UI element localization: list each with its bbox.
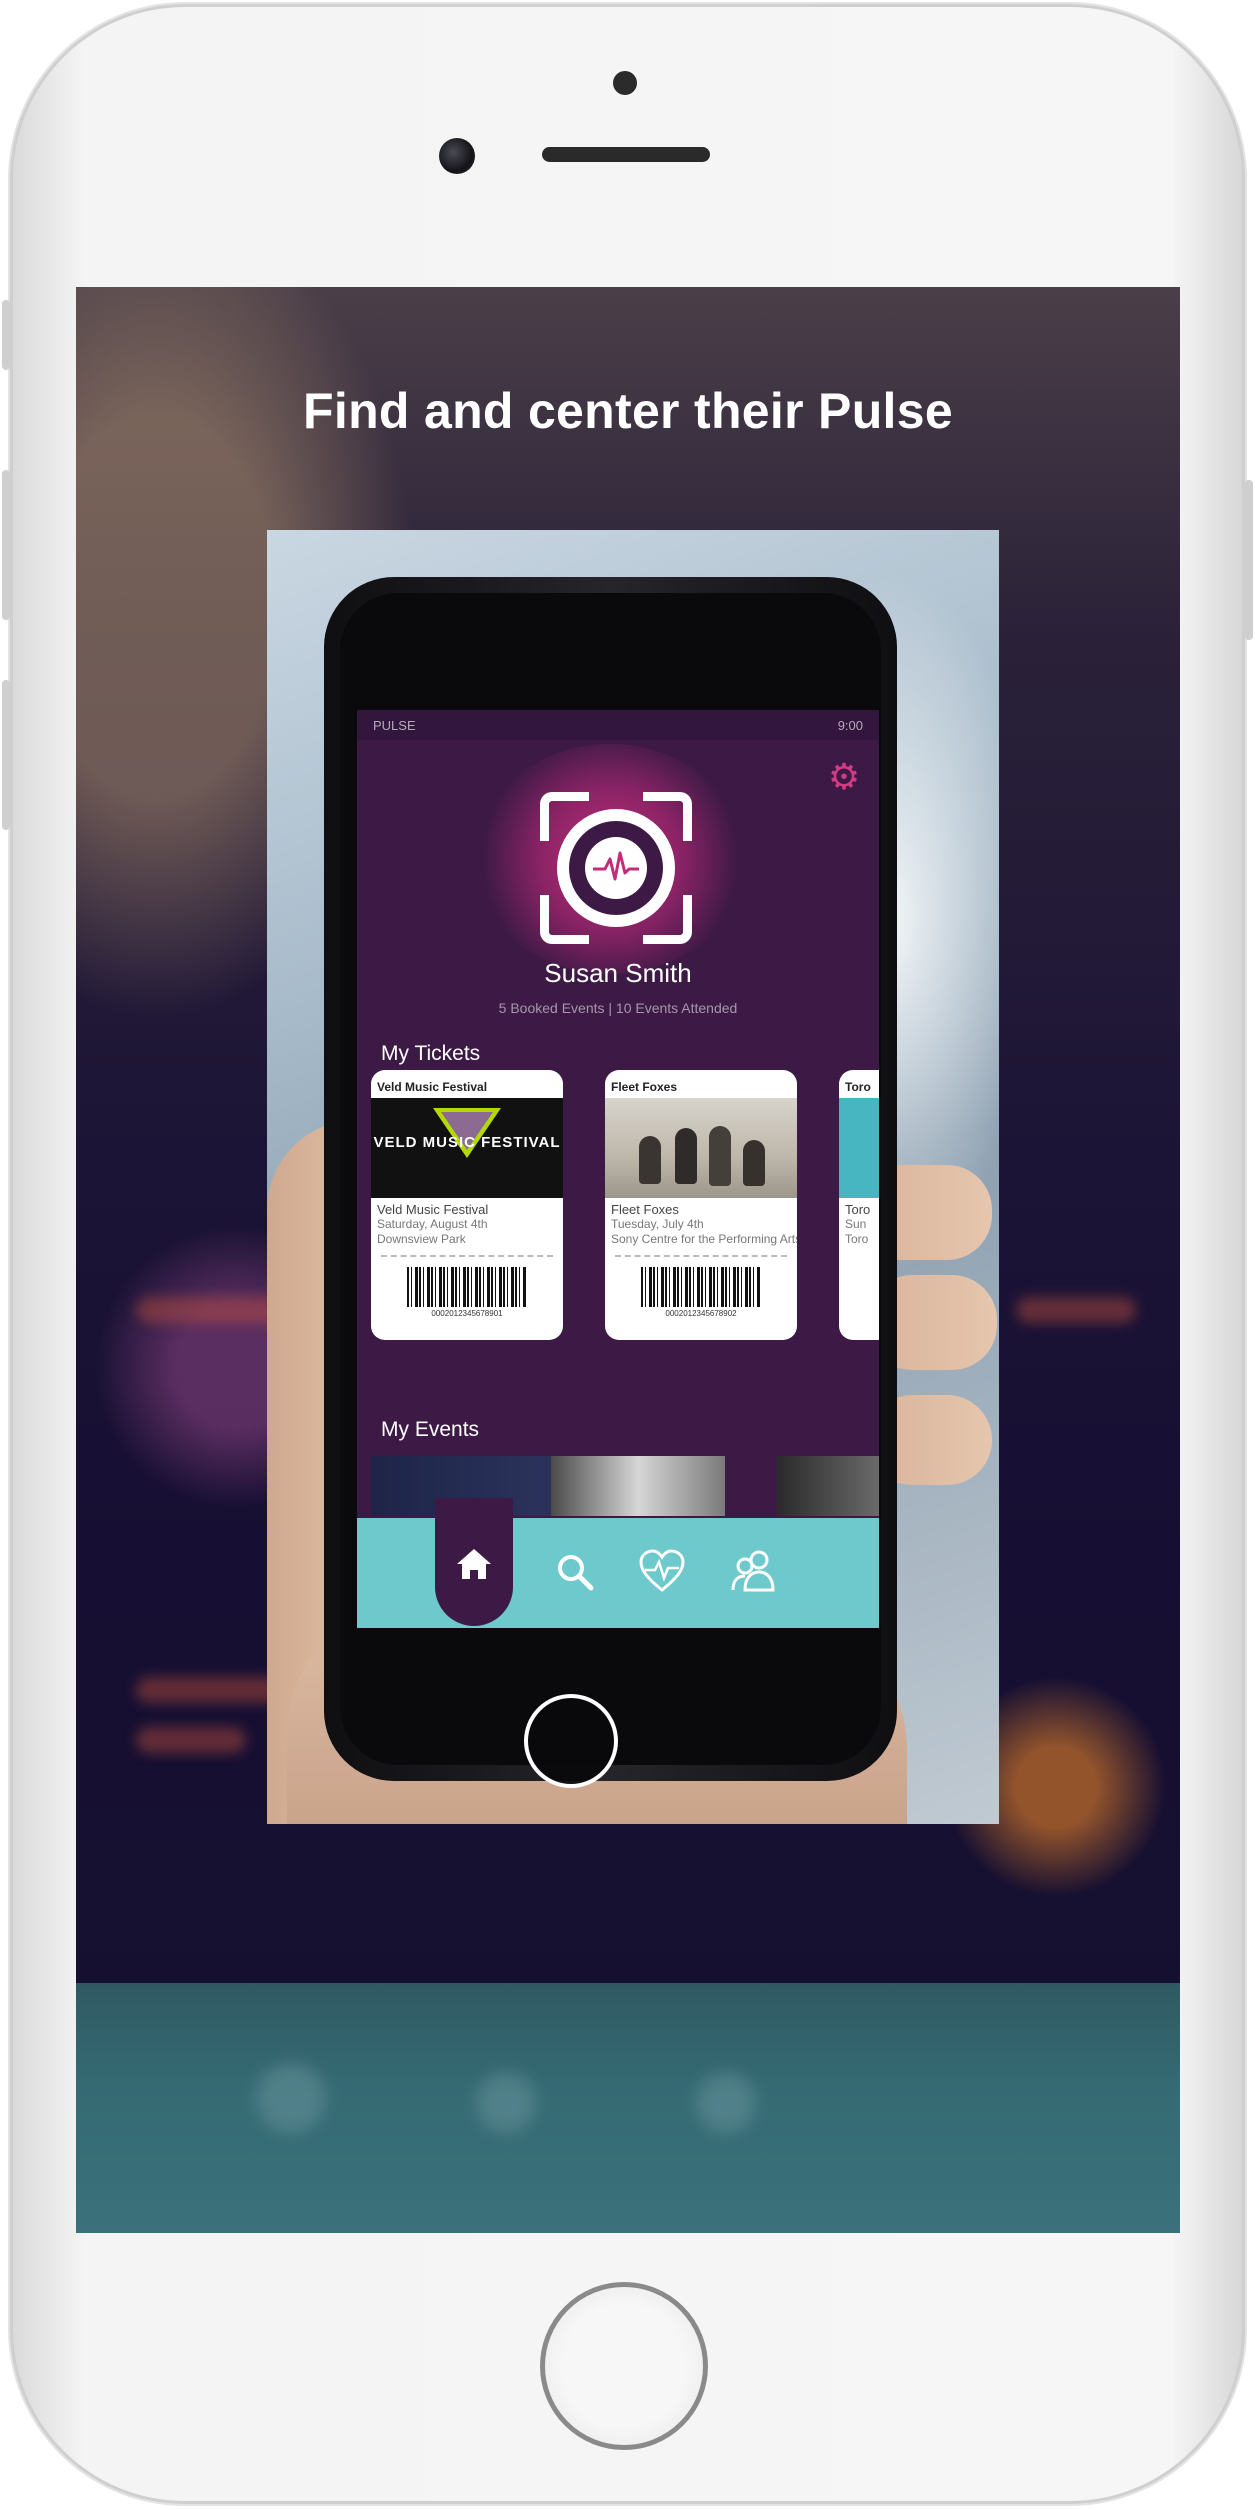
barcode-number: 0002012345678901	[431, 1309, 503, 1318]
ticket-card[interactable]: Veld Music Festival VELD MUSIC FESTIVAL …	[371, 1070, 563, 1340]
nav-home-tab[interactable]	[435, 1498, 513, 1626]
band-member	[709, 1126, 731, 1186]
power-button	[1245, 480, 1253, 640]
status-time: 9:00	[837, 717, 863, 733]
band-member	[675, 1128, 697, 1184]
front-camera-icon	[439, 138, 475, 174]
friends-icon[interactable]	[729, 1548, 779, 1594]
ticket-perforation	[381, 1255, 553, 1257]
device-screen: Find and center their Pulse PULSE 9:00 ⚙	[76, 287, 1180, 2233]
ticket-date: Saturday, August 4th	[377, 1217, 488, 1231]
pulse-logo-icon	[540, 792, 692, 944]
logo-ring-inner	[569, 821, 663, 915]
ticket-image: VELD MUSIC FESTIVAL	[371, 1098, 563, 1198]
logo-ring	[557, 809, 675, 927]
my-tickets-title: My Tickets	[381, 1042, 481, 1065]
festival-banner-text: VELD MUSIC FESTIVAL	[373, 1134, 561, 1151]
barcode-number: 0002012345678902	[665, 1309, 737, 1318]
blurred-shape	[476, 2073, 536, 2133]
ticket-card[interactable]: Fleet Foxes Fleet Foxes Tuesday, July 4t…	[605, 1070, 797, 1340]
bottom-nav	[357, 1498, 879, 1628]
ticket-image	[839, 1098, 879, 1198]
ticket-venue: Downsview Park	[377, 1232, 466, 1246]
blurred-shape	[136, 1727, 246, 1753]
barcode	[407, 1267, 527, 1307]
profile-stats: 5 Booked Events | 10 Events Attended	[498, 1000, 738, 1016]
ticket-date: Sun	[845, 1217, 867, 1231]
ticket-title: Fleet Foxes	[611, 1202, 679, 1217]
ticket-card[interactable]: Toro Toro Sun Toro	[839, 1070, 879, 1340]
ticket-venue: Toro	[845, 1232, 869, 1246]
band-member	[743, 1140, 765, 1186]
search-icon[interactable]	[553, 1550, 597, 1594]
volume-down-button	[2, 680, 10, 830]
ticket-perforation	[615, 1255, 787, 1257]
proximity-sensor	[613, 71, 637, 95]
mute-switch	[2, 300, 10, 370]
blurred-nav-bar	[76, 1983, 1180, 2233]
ticket-info: Veld Music Festival Saturday, August 4th…	[371, 1198, 563, 1251]
ticket-title: Veld Music Festival	[377, 1202, 489, 1217]
heartbeat-line-icon	[593, 851, 639, 881]
heart-pulse-icon[interactable]	[637, 1548, 687, 1594]
blurred-shape	[696, 2073, 756, 2133]
band-member	[639, 1136, 661, 1184]
page-title: Find and center their Pulse	[303, 383, 953, 439]
ticket-title: Toro	[845, 1202, 871, 1217]
ticket-info: Toro Sun Toro	[839, 1198, 879, 1251]
barcode	[641, 1267, 761, 1307]
status-bar: PULSE 9:00	[357, 710, 879, 740]
home-icon	[457, 1549, 491, 1579]
event-card[interactable]	[777, 1456, 879, 1516]
ticket-date: Tuesday, July 4th	[611, 1217, 704, 1231]
ticket-header: Toro	[845, 1080, 871, 1094]
ticket-venue: Sony Centre for the Performing Arts	[611, 1232, 797, 1246]
gear-icon[interactable]: ⚙	[825, 758, 863, 796]
app-screen: PULSE 9:00 ⚙ Susan Smith 5 Booked Events…	[357, 710, 879, 1628]
ticket-info: Fleet Foxes Tuesday, July 4th Sony Centr…	[605, 1198, 797, 1251]
home-button[interactable]	[540, 2282, 708, 2450]
logo-core	[585, 837, 647, 899]
my-events-title: My Events	[381, 1418, 480, 1441]
blurred-shape	[136, 1677, 286, 1703]
volume-up-button	[2, 470, 10, 620]
ticket-header: Veld Music Festival	[377, 1080, 488, 1094]
promo-photo: PULSE 9:00 ⚙ Susan Smith 5 Booked Events…	[267, 530, 999, 1824]
inner-home-button	[524, 1694, 618, 1788]
blurred-shape	[256, 2063, 326, 2133]
ticket-image	[605, 1098, 797, 1198]
blurred-shape	[136, 1297, 286, 1323]
profile-name: Susan Smith	[544, 958, 692, 988]
blurred-shape	[1016, 1297, 1136, 1323]
ticket-header: Fleet Foxes	[611, 1080, 678, 1094]
event-card[interactable]	[551, 1456, 725, 1516]
carrier-label: PULSE	[373, 717, 416, 733]
earpiece-speaker	[542, 147, 710, 162]
